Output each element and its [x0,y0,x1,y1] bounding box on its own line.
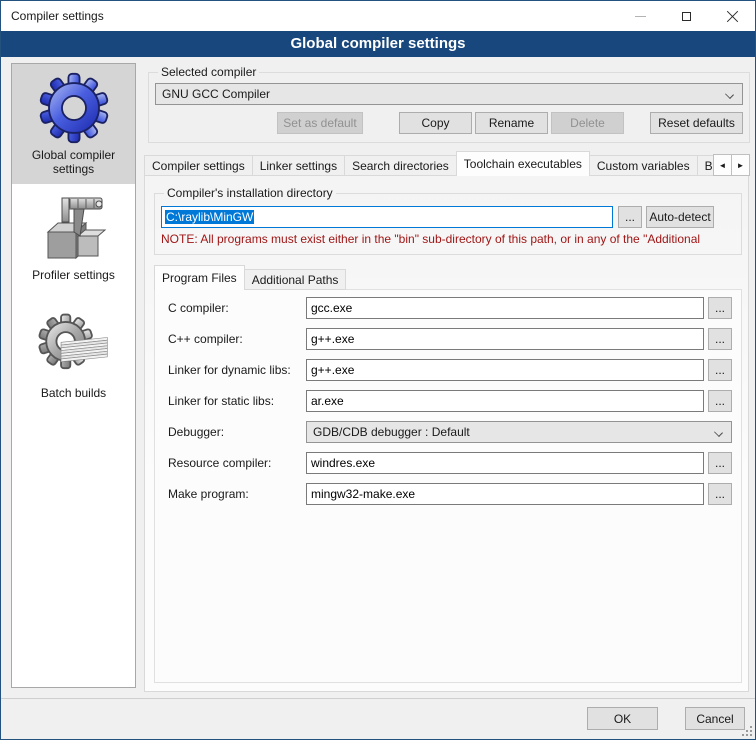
reset-defaults-button[interactable]: Reset defaults [650,112,743,134]
sidebar-item-global-compiler-settings[interactable]: Global compiler settings [12,64,135,184]
tab-search-directories[interactable]: Search directories [344,155,457,176]
field-label: Linker for dynamic libs: [168,363,306,377]
maximize-button[interactable] [663,1,709,31]
field-label: Make program: [168,487,306,501]
installation-directory-input[interactable]: C:\raylib\MinGW [161,206,613,228]
tab-additional-paths[interactable]: Additional Paths [244,269,347,290]
dynamic-linker-input[interactable] [306,359,704,381]
resize-grip[interactable] [750,734,752,736]
browse-button[interactable]: ... [708,328,732,350]
tab-label: Toolchain executables [464,157,582,171]
settings-category-list: Global compiler settings [11,63,136,688]
sidebar-item-profiler-settings[interactable]: Profiler settings [12,190,135,282]
debugger-select[interactable]: GDB/CDB debugger : Default [306,421,732,443]
field-label: Linker for static libs: [168,394,306,408]
dialog-header: Global compiler settings [1,31,755,57]
dialog-body: Global compiler settings [1,57,755,698]
minimize-button[interactable] [617,1,663,31]
tab-scroll-arrows: ◄ ► [714,154,750,176]
form-row: Linker for dynamic libs: ... [168,359,741,381]
minimize-icon [635,16,646,17]
compiler-settings-dialog: Compiler settings Global compiler settin… [0,0,756,740]
form-row: C compiler: ... [168,297,741,319]
sidebar-item-label: Profiler settings [12,266,135,282]
static-linker-input[interactable] [306,390,704,412]
note-text: NOTE: All programs must exist either in … [161,232,735,246]
auto-detect-button[interactable]: Auto-detect [646,206,714,228]
arrow-right-icon: ► [737,161,745,170]
form-row: Resource compiler: ... [168,452,741,474]
toolchain-executables-page: Compiler's installation directory C:\ray… [144,175,749,692]
main-content: Selected compiler GNU GCC Compiler Set a… [144,63,750,692]
browse-button[interactable]: ... [708,359,732,381]
tab-label: Custom variables [597,159,690,173]
tab-label: Linker settings [260,159,337,173]
browse-button[interactable]: ... [708,452,732,474]
installation-directory-group: Compiler's installation directory C:\ray… [154,186,742,255]
form-row: C++ compiler: ... [168,328,741,350]
form-row: Make program: ... [168,483,741,505]
close-button[interactable] [709,1,755,31]
program-files-page: C compiler: ... C++ compiler: ... Linker… [154,289,742,683]
c-compiler-input[interactable] [306,297,704,319]
tab-label: Program Files [162,271,237,285]
selected-path-text: C:\raylib\MinGW [165,210,254,224]
tab-label: Additional Paths [252,273,339,287]
chevron-down-icon [725,90,734,99]
copy-button[interactable]: Copy [399,112,472,134]
browse-button[interactable]: ... [708,390,732,412]
cpp-compiler-input[interactable] [306,328,704,350]
installation-directory-row: C:\raylib\MinGW ... Auto-detect [161,206,735,228]
resource-compiler-input[interactable] [306,452,704,474]
make-program-input[interactable] [306,483,704,505]
tab-label: Search directories [352,159,449,173]
close-icon [726,10,739,23]
maximize-icon [682,12,691,21]
delete-button[interactable]: Delete [551,112,624,134]
gear-stack-icon [12,308,135,384]
tab-linker-settings[interactable]: Linker settings [252,155,345,176]
browse-directory-button[interactable]: ... [618,206,642,228]
tab-label: Compiler settings [152,159,245,173]
form-row: Linker for static libs: ... [168,390,741,412]
gear-icon [12,70,135,146]
selected-compiler-group: Selected compiler GNU GCC Compiler Set a… [148,65,750,143]
compiler-select[interactable]: GNU GCC Compiler [155,83,743,105]
title-bar: Compiler settings [1,1,755,31]
tab-toolchain-executables[interactable]: Toolchain executables [456,151,590,176]
browse-button[interactable]: ... [708,297,732,319]
compiler-select-value: GNU GCC Compiler [162,87,270,101]
sidebar-item-label: Global compiler settings [12,146,135,176]
window-title: Compiler settings [1,9,104,23]
set-as-default-button[interactable]: Set as default [277,112,363,134]
dialog-footer: OK Cancel [1,698,755,739]
browse-button[interactable]: ... [708,483,732,505]
tab-program-files[interactable]: Program Files [154,265,245,290]
tab-scroll-left-button[interactable]: ◄ [713,154,732,176]
group-legend: Selected compiler [158,65,259,79]
settings-tabstrip: Compiler settings Linker settings Search… [144,151,750,176]
form-row: Debugger: GDB/CDB debugger : Default [168,421,741,443]
chevron-down-icon [714,428,723,437]
cancel-button[interactable]: Cancel [685,707,745,730]
group-legend: Compiler's installation directory [164,186,336,200]
field-label: C++ compiler: [168,332,306,346]
sidebar-item-batch-builds[interactable]: Batch builds [12,308,135,400]
caliper-icon [12,190,135,266]
debugger-select-value: GDB/CDB debugger : Default [313,425,470,439]
sidebar-item-label: Batch builds [12,384,135,400]
arrow-left-icon: ◄ [719,161,727,170]
rename-button[interactable]: Rename [475,112,548,134]
field-label: Debugger: [168,425,306,439]
field-label: C compiler: [168,301,306,315]
field-label: Resource compiler: [168,456,306,470]
caption-buttons [617,1,755,31]
tab-custom-variables[interactable]: Custom variables [589,155,698,176]
paths-tabstrip: Program Files Additional Paths [154,265,748,290]
tab-scroll-right-button[interactable]: ► [731,154,750,176]
compiler-buttons-row: Set as default Copy Rename Delete Reset … [155,112,743,134]
ok-button[interactable]: OK [587,707,658,730]
tab-compiler-settings[interactable]: Compiler settings [144,155,253,176]
